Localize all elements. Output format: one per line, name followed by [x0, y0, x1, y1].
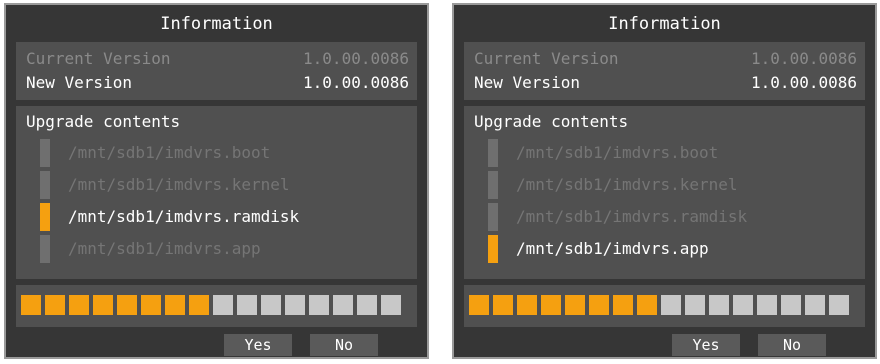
no-button[interactable]: No: [310, 334, 378, 356]
progress-panel: [464, 285, 865, 327]
progress-segment: [141, 295, 161, 315]
file-item: /mnt/sdb1/imdvrs.boot: [488, 138, 859, 168]
upgrade-contents-label: Upgrade contents: [474, 112, 629, 131]
progress-segment: [381, 295, 401, 315]
version-panel: Current Version 1.0.00.0086 New Version …: [464, 42, 865, 100]
progress-segment: [309, 295, 329, 315]
current-version-value: 1.0.00.0086: [303, 49, 409, 68]
version-panel: Current Version 1.0.00.0086 New Version …: [16, 42, 417, 100]
new-version-row: New Version 1.0.00.0086: [26, 72, 409, 94]
new-version-row: New Version 1.0.00.0086: [474, 72, 857, 94]
file-status-indicator: [40, 235, 50, 263]
file-status-indicator: [488, 203, 498, 231]
progress-segment: [781, 295, 801, 315]
upgrade-contents-panel: Upgrade contents /mnt/sdb1/imdvrs.boot /…: [16, 106, 417, 279]
file-item: /mnt/sdb1/imdvrs.ramdisk: [40, 202, 411, 232]
progress-segment: [469, 295, 489, 315]
progress-segment: [493, 295, 513, 315]
progress-segment: [541, 295, 561, 315]
file-path: /mnt/sdb1/imdvrs.boot: [68, 143, 271, 162]
progress-bar: [21, 295, 405, 315]
upgrade-dialog-1: Information Current Version 1.0.00.0086 …: [4, 3, 429, 359]
file-path: /mnt/sdb1/imdvrs.ramdisk: [516, 207, 748, 226]
yes-button[interactable]: Yes: [672, 334, 740, 356]
progress-segment: [589, 295, 609, 315]
progress-segment: [117, 295, 137, 315]
progress-segment: [45, 295, 65, 315]
progress-segment: [517, 295, 537, 315]
progress-segment: [637, 295, 657, 315]
progress-segment: [237, 295, 257, 315]
progress-segment: [261, 295, 281, 315]
progress-segment: [357, 295, 377, 315]
file-path: /mnt/sdb1/imdvrs.app: [68, 239, 261, 258]
yes-button[interactable]: Yes: [224, 334, 292, 356]
file-item: /mnt/sdb1/imdvrs.app: [488, 234, 859, 264]
file-status-indicator: [40, 171, 50, 199]
new-version-value: 1.0.00.0086: [303, 73, 409, 92]
upgrade-contents-label: Upgrade contents: [26, 112, 181, 131]
progress-segment: [285, 295, 305, 315]
new-version-value: 1.0.00.0086: [751, 73, 857, 92]
file-item: /mnt/sdb1/imdvrs.ramdisk: [488, 202, 859, 232]
progress-segment: [189, 295, 209, 315]
progress-segment: [333, 295, 353, 315]
progress-segment: [733, 295, 753, 315]
progress-segment: [661, 295, 681, 315]
progress-segment: [685, 295, 705, 315]
file-item: /mnt/sdb1/imdvrs.kernel: [488, 170, 859, 200]
file-status-indicator: [488, 139, 498, 167]
file-status-indicator: [488, 235, 498, 263]
file-status-indicator: [488, 171, 498, 199]
file-path: /mnt/sdb1/imdvrs.ramdisk: [68, 207, 300, 226]
file-status-indicator: [40, 203, 50, 231]
file-status-indicator: [40, 139, 50, 167]
current-version-row: Current Version 1.0.00.0086: [26, 48, 409, 70]
file-path: /mnt/sdb1/imdvrs.boot: [516, 143, 719, 162]
progress-segment: [565, 295, 585, 315]
current-version-row: Current Version 1.0.00.0086: [474, 48, 857, 70]
progress-segment: [69, 295, 89, 315]
progress-segment: [21, 295, 41, 315]
current-version-label: Current Version: [474, 49, 619, 68]
upgrade-dialog-2: Information Current Version 1.0.00.0086 …: [452, 3, 877, 359]
file-item: /mnt/sdb1/imdvrs.boot: [40, 138, 411, 168]
dialog-title: Information: [608, 14, 721, 34]
file-item: /mnt/sdb1/imdvrs.app: [40, 234, 411, 264]
file-path: /mnt/sdb1/imdvrs.app: [516, 239, 709, 258]
dialog-title: Information: [160, 14, 273, 34]
progress-segment: [805, 295, 825, 315]
file-item: /mnt/sdb1/imdvrs.kernel: [40, 170, 411, 200]
current-version-value: 1.0.00.0086: [751, 49, 857, 68]
progress-segment: [165, 295, 185, 315]
file-path: /mnt/sdb1/imdvrs.kernel: [68, 175, 290, 194]
file-path: /mnt/sdb1/imdvrs.kernel: [516, 175, 738, 194]
progress-segment: [709, 295, 729, 315]
progress-bar: [469, 295, 853, 315]
new-version-label: New Version: [26, 73, 132, 92]
progress-panel: [16, 285, 417, 327]
progress-segment: [829, 295, 849, 315]
no-button[interactable]: No: [758, 334, 826, 356]
progress-segment: [757, 295, 777, 315]
progress-segment: [213, 295, 233, 315]
current-version-label: Current Version: [26, 49, 171, 68]
progress-segment: [93, 295, 113, 315]
progress-segment: [613, 295, 633, 315]
new-version-label: New Version: [474, 73, 580, 92]
upgrade-contents-panel: Upgrade contents /mnt/sdb1/imdvrs.boot /…: [464, 106, 865, 279]
